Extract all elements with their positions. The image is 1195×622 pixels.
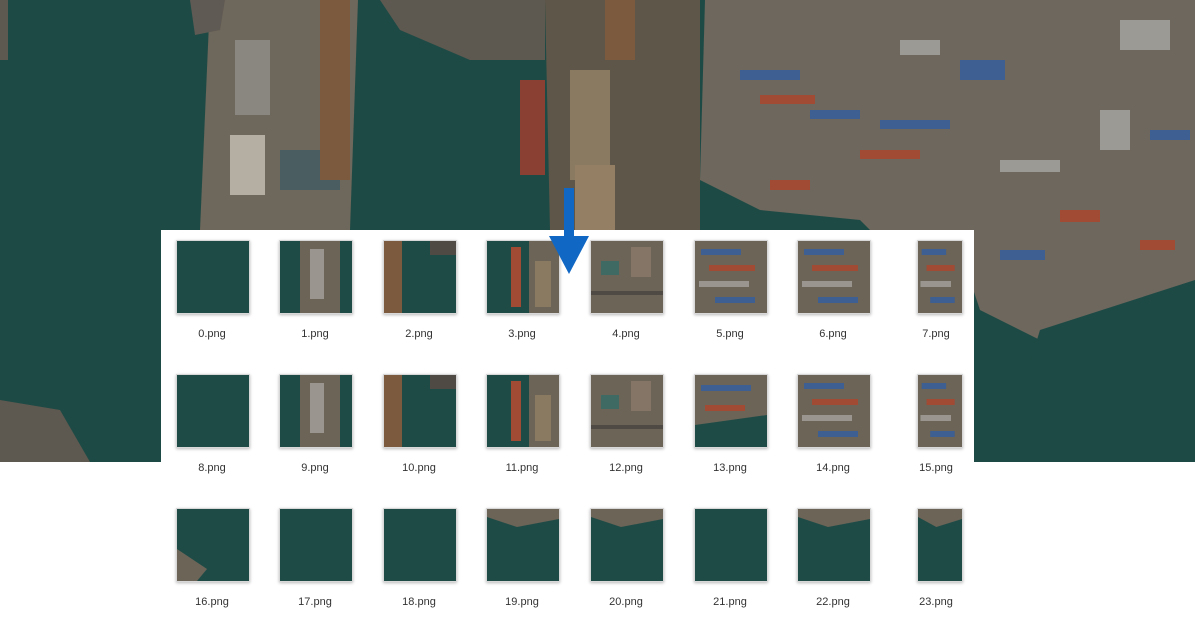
tile-image	[280, 241, 352, 313]
tile-filename: 12.png	[609, 462, 643, 474]
tile-thumbnail	[797, 508, 871, 582]
tile-image	[918, 375, 962, 447]
tile-item[interactable]: 19.png	[481, 504, 563, 622]
tile-item[interactable]: 22.png	[792, 504, 874, 622]
down-arrow-icon	[549, 188, 589, 274]
tile-filename: 16.png	[195, 596, 229, 608]
tile-thumbnail	[590, 240, 664, 314]
tile-thumbnail	[486, 508, 560, 582]
tile-item[interactable]: 11.png	[481, 370, 563, 488]
arrow-head	[549, 236, 589, 274]
tile-thumbnail	[694, 240, 768, 314]
tile-item[interactable]: 21.png	[689, 504, 771, 622]
tile-thumbnail	[383, 508, 457, 582]
tile-item[interactable]: 18.png	[378, 504, 460, 622]
tile-filename: 19.png	[505, 596, 539, 608]
tile-thumbnail	[917, 240, 963, 314]
tile-image	[487, 375, 559, 447]
tile-filename: 14.png	[816, 462, 850, 474]
tile-item[interactable]: 4.png	[585, 236, 667, 354]
tile-thumbnail	[917, 508, 963, 582]
tile-thumbnail	[797, 240, 871, 314]
tile-filename: 3.png	[508, 328, 536, 340]
tile-image	[280, 509, 352, 581]
tile-item[interactable]: 7.png	[895, 236, 977, 354]
tile-item[interactable]: 2.png	[378, 236, 460, 354]
tile-image	[798, 375, 870, 447]
tile-filename: 1.png	[301, 328, 329, 340]
tile-image	[695, 375, 767, 447]
tile-filename: 7.png	[922, 328, 950, 340]
tile-image	[798, 509, 870, 581]
tile-image	[384, 509, 456, 581]
tile-thumbnail	[279, 508, 353, 582]
tile-item[interactable]: 14.png	[792, 370, 874, 488]
tile-thumbnail	[797, 374, 871, 448]
tile-item[interactable]: 16.png	[171, 504, 253, 622]
tile-item[interactable]: 17.png	[274, 504, 356, 622]
tile-grid: 0.png 1.png 2.png 3.png 4.png 5.png 6.png 7.png…	[161, 230, 974, 614]
tile-item[interactable]: 0.png	[171, 236, 253, 354]
tile-thumbnail	[590, 374, 664, 448]
tile-filename: 9.png	[301, 462, 329, 474]
tile-filename: 18.png	[402, 596, 436, 608]
tile-filename: 6.png	[819, 328, 847, 340]
tile-thumbnail	[176, 240, 250, 314]
tile-item[interactable]: 15.png	[895, 370, 977, 488]
tile-filename: 11.png	[505, 462, 539, 474]
tile-item[interactable]: 5.png	[689, 236, 771, 354]
tile-filename: 20.png	[609, 596, 643, 608]
tile-item[interactable]: 20.png	[585, 504, 667, 622]
tile-filename: 21.png	[713, 596, 747, 608]
tile-item[interactable]: 9.png	[274, 370, 356, 488]
tile-thumbnail	[486, 374, 560, 448]
tile-filename: 17.png	[298, 596, 332, 608]
tile-item[interactable]: 8.png	[171, 370, 253, 488]
tile-image	[280, 375, 352, 447]
tile-thumbnail	[694, 508, 768, 582]
tile-image	[918, 509, 962, 581]
tile-image	[177, 241, 249, 313]
tile-filename: 10.png	[402, 462, 436, 474]
tile-filename: 8.png	[198, 462, 226, 474]
tile-item[interactable]: 12.png	[585, 370, 667, 488]
tile-image	[695, 509, 767, 581]
tile-image	[177, 375, 249, 447]
tile-image	[177, 509, 249, 581]
tile-filename: 22.png	[816, 596, 850, 608]
tile-image	[384, 375, 456, 447]
tile-thumbnail	[176, 508, 250, 582]
tile-item[interactable]: 6.png	[792, 236, 874, 354]
tile-image	[591, 509, 663, 581]
tile-thumbnail	[383, 374, 457, 448]
tile-image	[384, 241, 456, 313]
tile-filename: 4.png	[612, 328, 640, 340]
tile-image	[695, 241, 767, 313]
arrow-shaft	[564, 188, 574, 240]
tile-item[interactable]: 1.png	[274, 236, 356, 354]
tile-image	[487, 509, 559, 581]
tile-image	[798, 241, 870, 313]
tile-filename: 5.png	[716, 328, 744, 340]
tile-item[interactable]: 10.png	[378, 370, 460, 488]
tile-thumbnail	[279, 240, 353, 314]
tile-image	[918, 241, 962, 313]
tile-thumbnail	[917, 374, 963, 448]
tile-filename: 23.png	[919, 596, 953, 608]
tile-thumbnail	[383, 240, 457, 314]
tile-filename: 13.png	[713, 462, 747, 474]
tile-item[interactable]: 13.png	[689, 370, 771, 488]
tile-thumbnail	[279, 374, 353, 448]
tile-image	[591, 241, 663, 313]
tile-thumbnail	[694, 374, 768, 448]
tile-filename: 0.png	[198, 328, 226, 340]
tile-filename: 2.png	[405, 328, 433, 340]
tile-image	[591, 375, 663, 447]
tile-filename: 15.png	[919, 462, 953, 474]
tile-thumbnail	[590, 508, 664, 582]
tile-item[interactable]: 23.png	[895, 504, 977, 622]
tile-thumbnail	[176, 374, 250, 448]
